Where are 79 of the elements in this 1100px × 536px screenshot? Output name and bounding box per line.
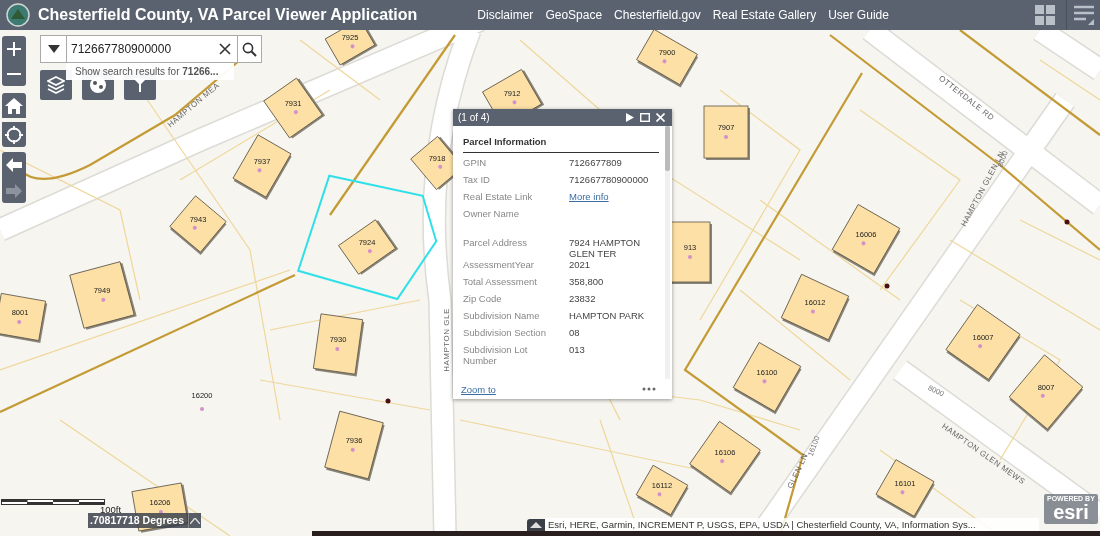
coordinate-options-button[interactable] (188, 513, 201, 528)
more-info-link[interactable]: More info (569, 191, 609, 208)
caret-up-icon (190, 517, 200, 524)
field-value: 2021 (569, 259, 591, 272)
play-icon (626, 113, 634, 122)
field-value: 712667780900000 (569, 174, 649, 187)
scale-label: 100ft (100, 504, 122, 515)
locate-button[interactable] (2, 122, 26, 147)
field-value: 23832 (569, 293, 596, 306)
building[interactable] (732, 342, 802, 415)
caret-down-icon (47, 45, 60, 53)
field-label: Parcel Address (463, 237, 528, 250)
field-label: GPIN (463, 157, 488, 170)
field-label: Tax ID (463, 174, 491, 187)
search-icon (242, 41, 257, 57)
popup-counter: (1 of 4) (458, 112, 491, 123)
square-icon (640, 113, 650, 122)
field-label: Real Estate Link (463, 191, 534, 204)
header-link[interactable]: User Guide (828, 8, 889, 22)
scale-bar-icon (1, 499, 105, 505)
building[interactable] (875, 459, 935, 520)
zoom-in-button[interactable] (2, 36, 26, 61)
header-link[interactable]: Real Estate Gallery (712, 8, 817, 22)
field-value: HAMPTON PARK (569, 310, 645, 323)
field-label: Zip Code (463, 293, 503, 306)
building[interactable] (669, 221, 712, 284)
layers-icon (47, 76, 65, 94)
coordinates-display: .70817718 Degrees (89, 513, 185, 528)
plus-icon (7, 41, 21, 56)
popup-heading: Parcel Information (463, 131, 659, 153)
field-label: Subdivision Name (463, 310, 541, 323)
home-button[interactable] (2, 93, 26, 118)
header-link[interactable]: Chesterfield.gov (614, 8, 701, 22)
grid-icon (1034, 4, 1056, 26)
field-label: Subdivision Lot Number (463, 344, 529, 366)
menu-icon (1072, 4, 1095, 26)
esri-logo: esri (1053, 502, 1089, 522)
map-marker-icon (385, 398, 391, 404)
building[interactable] (945, 304, 1021, 383)
building[interactable] (831, 204, 901, 277)
search-box[interactable]: 712667780900000 (40, 35, 262, 63)
zoom-to-link[interactable]: Zoom to (461, 383, 496, 395)
building[interactable] (703, 105, 750, 160)
header-link[interactable]: Disclaimer (477, 8, 534, 22)
attribution-toggle-button[interactable] (527, 519, 545, 531)
parcel-point-icon (200, 407, 204, 411)
left-arrow-icon (6, 158, 22, 172)
field-label: Total Assessment (463, 276, 538, 289)
map-marker-icon (1064, 219, 1070, 225)
locate-icon (5, 125, 23, 144)
close-icon (656, 113, 665, 122)
more-actions-button[interactable] (640, 385, 658, 393)
field-value: 08 (569, 327, 580, 340)
field-value: 013 (569, 344, 585, 357)
selected-parcel-outline[interactable] (296, 174, 438, 301)
close-icon (219, 43, 231, 55)
street-label: HAMPTON GLE (442, 308, 451, 372)
app-title: Chesterfield County, VA Parcel Viewer Application (38, 6, 418, 24)
building[interactable] (263, 77, 326, 139)
field-label: Subdivision Section (463, 327, 547, 340)
right-arrow-icon (6, 183, 22, 198)
field-label: Owner Name (463, 208, 520, 221)
map-marker-icon (884, 283, 890, 289)
zoom-out-button[interactable] (2, 61, 26, 86)
county-seal-icon (6, 3, 30, 27)
scrollbar[interactable] (665, 126, 670, 379)
header-link[interactable]: GeoSpace (545, 8, 603, 22)
building[interactable] (338, 219, 399, 275)
layers-button[interactable] (40, 70, 72, 100)
field-value: 7126677809 (569, 157, 622, 170)
more-icon (642, 387, 656, 391)
field-label: AssessmentYear (463, 259, 535, 272)
home-icon (5, 97, 23, 114)
field-value: 7924 HAMPTON GLEN TER (569, 237, 642, 259)
minus-icon (7, 72, 21, 75)
attribution-text: Esri, HERE, Garmin, INCREMENT P, USGS, EPA, USDA | Chesterfield County, VA, Information Sys... (545, 518, 1039, 531)
field-value: 358,800 (569, 276, 604, 289)
back-button[interactable] (2, 152, 26, 178)
caret-up-icon (530, 522, 542, 528)
